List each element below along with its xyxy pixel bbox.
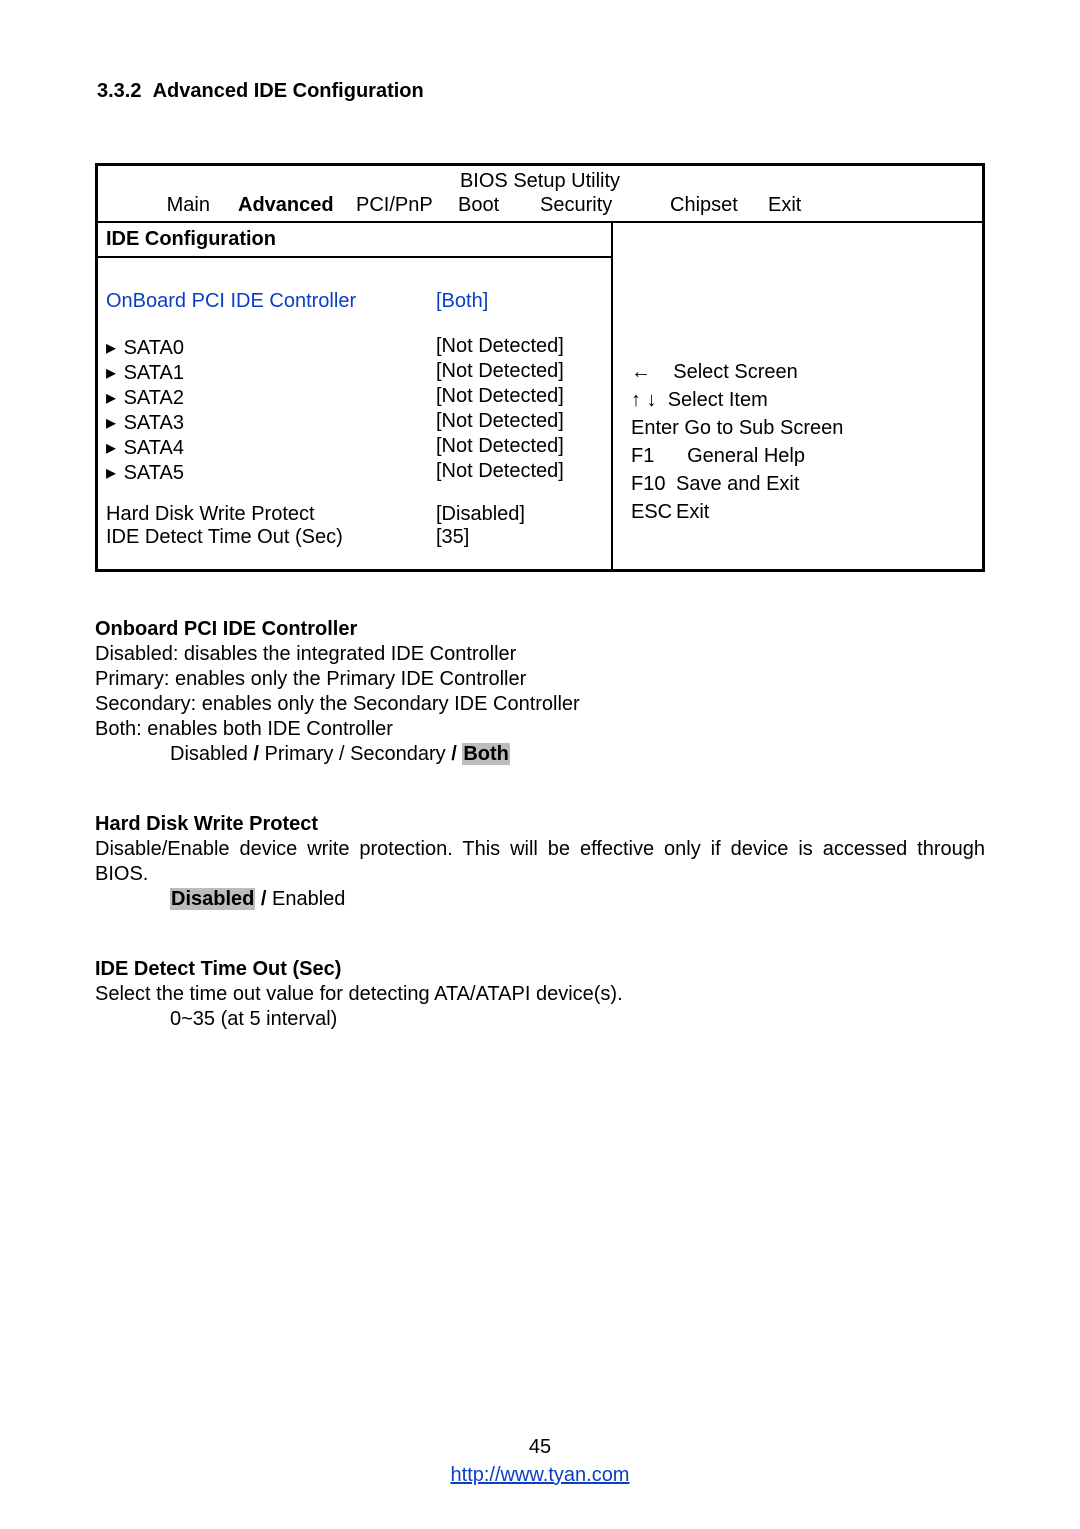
desc-options: Disabled / Enabled xyxy=(95,887,985,912)
desc-line: Secondary: enables only the Secondary ID… xyxy=(95,692,985,717)
tab-pcipnp[interactable]: PCI/PnP xyxy=(356,194,458,217)
desc-text: Select the time out value for detecting … xyxy=(95,982,985,1007)
help-esc: ESCExit xyxy=(631,498,970,526)
desc-hd-write-protect: Hard Disk Write Protect Disable/Enable d… xyxy=(95,812,985,912)
sata-row[interactable]: ▸ SATA5 [Not Detected] xyxy=(106,460,603,485)
option-label: IDE Detect Time Out (Sec) xyxy=(106,526,436,549)
section-title-text: Advanced IDE Configuration xyxy=(153,80,424,102)
option-label: OnBoard PCI IDE Controller xyxy=(106,290,436,313)
tab-chipset[interactable]: Chipset xyxy=(640,194,768,217)
footer-link[interactable]: http://www.tyan.com xyxy=(451,1464,630,1486)
help-select-screen: ← Select Screen xyxy=(631,358,970,386)
desc-text: Disable/Enable device write protection. … xyxy=(95,837,985,887)
tab-security[interactable]: Security xyxy=(540,194,640,217)
section-number: 3.3.2 xyxy=(97,80,141,102)
sata-value: [Not Detected] xyxy=(436,460,603,485)
section-heading: 3.3.2 Advanced IDE Configuration xyxy=(95,80,985,103)
option-default: Both xyxy=(462,743,510,765)
tab-main[interactable]: Main xyxy=(98,194,238,217)
desc-ide-timeout: IDE Detect Time Out (Sec) Select the tim… xyxy=(95,957,985,1032)
option-value: [Disabled] xyxy=(436,503,603,526)
triangle-right-icon: ▸ xyxy=(106,385,118,410)
option-ide-timeout[interactable]: IDE Detect Time Out (Sec) [35] xyxy=(106,526,603,549)
tab-exit[interactable]: Exit xyxy=(768,194,848,217)
bios-tab-bar: Main Advanced PCI/PnP Boot Security Chip… xyxy=(98,194,982,223)
sata-label: SATA3 xyxy=(124,412,184,434)
bios-left-panel: IDE Configuration OnBoard PCI IDE Contro… xyxy=(98,223,613,569)
sata-row[interactable]: ▸ SATA2 [Not Detected] xyxy=(106,385,603,410)
help-enter-sub: Enter Go to Sub Screen xyxy=(631,414,970,442)
desc-heading: IDE Detect Time Out (Sec) xyxy=(95,957,985,982)
sata-label: SATA2 xyxy=(124,387,184,409)
sata-row[interactable]: ▸ SATA3 [Not Detected] xyxy=(106,410,603,435)
arrow-down-icon: ↓ xyxy=(647,389,657,411)
desc-line: Primary: enables only the Primary IDE Co… xyxy=(95,667,985,692)
desc-options: Disabled / Primary / Secondary / Both xyxy=(95,742,985,767)
sata-value: [Not Detected] xyxy=(436,360,603,385)
option-default: Disabled xyxy=(170,888,255,910)
arrow-up-icon: ↑ xyxy=(631,389,641,411)
sata-value: [Not Detected] xyxy=(436,435,603,460)
sata-value: [Not Detected] xyxy=(436,385,603,410)
ide-panel-title: IDE Configuration xyxy=(98,223,611,258)
triangle-right-icon: ▸ xyxy=(106,460,118,485)
bios-title: BIOS Setup Utility xyxy=(98,166,982,194)
sata-label: SATA0 xyxy=(124,337,184,359)
desc-heading: Hard Disk Write Protect xyxy=(95,812,985,837)
desc-range: 0~35 (at 5 interval) xyxy=(95,1007,985,1032)
help-f1: F1 General Help xyxy=(631,442,970,470)
page-footer: 45 http://www.tyan.com xyxy=(0,1433,1080,1489)
option-hd-write-protect[interactable]: Hard Disk Write Protect [Disabled] xyxy=(106,503,603,526)
desc-line: Both: enables both IDE Controller xyxy=(95,717,985,742)
option-onboard-ide[interactable]: OnBoard PCI IDE Controller [Both] xyxy=(106,290,603,313)
sata-value: [Not Detected] xyxy=(436,410,603,435)
tab-boot[interactable]: Boot xyxy=(458,194,540,217)
sata-row[interactable]: ▸ SATA1 [Not Detected] xyxy=(106,360,603,385)
triangle-right-icon: ▸ xyxy=(106,435,118,460)
sata-label: SATA4 xyxy=(124,437,184,459)
sata-row[interactable]: ▸ SATA4 [Not Detected] xyxy=(106,435,603,460)
help-f10: F10Save and Exit xyxy=(631,470,970,498)
triangle-right-icon: ▸ xyxy=(106,335,118,360)
sata-label: SATA1 xyxy=(124,362,184,384)
option-value: [Both] xyxy=(436,290,603,313)
arrow-left-icon: ← xyxy=(631,361,651,383)
sata-label: SATA5 xyxy=(124,462,184,484)
tab-advanced[interactable]: Advanced xyxy=(238,194,356,217)
desc-heading: Onboard PCI IDE Controller xyxy=(95,617,985,642)
help-select-item: ↑ ↓ Select Item xyxy=(631,386,970,414)
sata-row[interactable]: ▸ SATA0 [Not Detected] xyxy=(106,335,603,360)
page-number: 45 xyxy=(0,1433,1080,1461)
triangle-right-icon: ▸ xyxy=(106,410,118,435)
desc-ide-controller: Onboard PCI IDE Controller Disabled: dis… xyxy=(95,617,985,767)
sata-value: [Not Detected] xyxy=(436,335,603,360)
bios-help-panel: ← Select Screen ↑ ↓ Select Item Enter Go… xyxy=(613,223,982,569)
option-label: Hard Disk Write Protect xyxy=(106,503,436,526)
bios-setup-box: BIOS Setup Utility Main Advanced PCI/PnP… xyxy=(95,163,985,572)
option-value: [35] xyxy=(436,526,603,549)
desc-line: Disabled: disables the integrated IDE Co… xyxy=(95,642,985,667)
triangle-right-icon: ▸ xyxy=(106,360,118,385)
